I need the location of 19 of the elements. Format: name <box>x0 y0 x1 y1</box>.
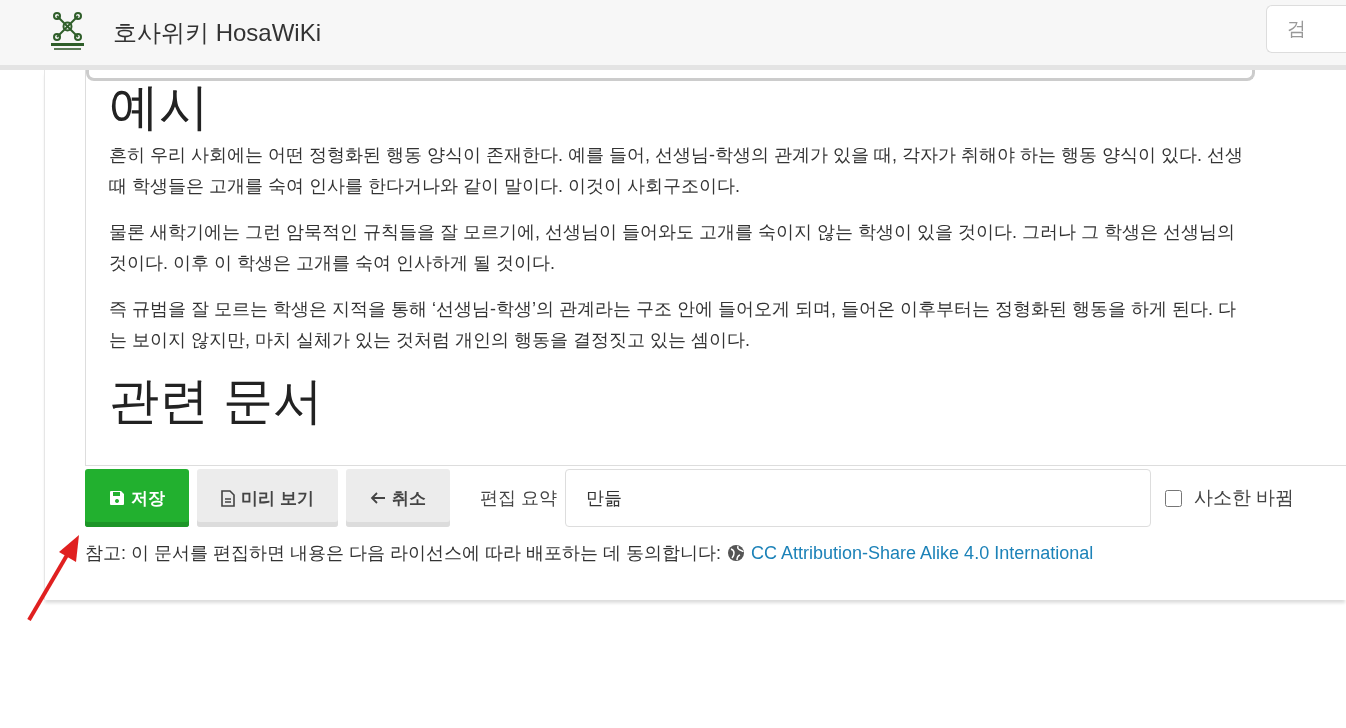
minor-edit-checkbox[interactable] <box>1164 489 1182 507</box>
license-link[interactable]: CC Attribution-Share Alike 4.0 International <box>751 542 1094 564</box>
preview-button[interactable]: 미리 보기 <box>197 469 338 527</box>
search-field[interactable]: 검 <box>1266 4 1346 53</box>
minor-edit-label: 사소한 바뀜 <box>1193 486 1295 510</box>
summary-label: 편집 요약 <box>479 487 557 510</box>
document-icon <box>221 489 235 507</box>
section-heading: 관련 문서 <box>109 371 324 431</box>
save-icon <box>109 490 125 506</box>
paragraph: 즉 규범을 잘 모르는 학생은 지적을 통해 ‘선생님-학생’의 관계라는 구조 안에 들어오게 되며, 들어온 이후부터는 정형화된 행동을 하게 된다. 다 는 보이지 않지만, 마치 실체가 있는 것처럼 개인의 행동을 결정짓고 있는 셈이다. <box>109 297 1237 352</box>
arrow-left-icon <box>369 491 386 505</box>
license-note: 참고: 이 문서를 편집하면 내용은 다음 라이선스에 따라 배포하는 데 동의합니다: <box>85 542 721 565</box>
paragraph: 흔히 우리 사회에는 어떤 정형화된 행동 양식이 존재한다. 예를 들어, 선생님-학생의 관계가 있을 때, 각자가 취해야 하는 행동 양식이 있다. 선생 때 학생들은 고개를 숙여 인사를 한다거나와 같이 말이다. 이것이 사회구조이다. <box>109 143 1245 198</box>
globe-icon <box>727 544 745 562</box>
summary-field[interactable]: 만듦 <box>564 469 1151 527</box>
cancel-button[interactable]: 취소 <box>345 469 450 527</box>
site-title[interactable]: 호사위키 HosaWiKi <box>113 16 1266 49</box>
section-heading: 예시 <box>109 81 210 134</box>
paragraph: 물론 새학기에는 그런 암묵적인 규칙들을 잘 모르기에, 선생님이 들어와도 고개를 숙이지 않는 학생이 있을 것이다. 그러나 그 학생은 선생님의 것이다. 이후 이 학생은 고개를 숙여 인사하게 될 것이다. <box>109 220 1237 275</box>
